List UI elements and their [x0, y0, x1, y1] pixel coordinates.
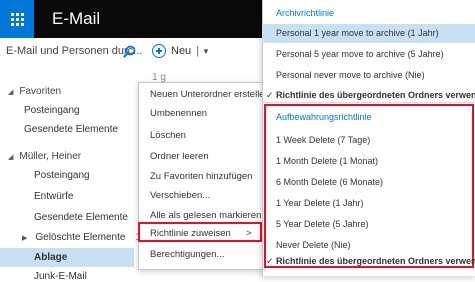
menu-item-new-subfolder[interactable]: Neuen Unterordner erstellen [150, 89, 270, 100]
menu-item-permissions[interactable]: Berechtigungen... [150, 249, 224, 260]
caret-down-icon[interactable]: ◢ [8, 88, 13, 96]
retention-option-1month[interactable]: 1 Month Delete (1 Monat) [276, 156, 378, 166]
archive-option-5year[interactable]: Personal 5 year move to archive (5 Jahre… [276, 49, 444, 59]
folder-label: Gelöschte Elemente [35, 232, 126, 243]
menu-item-assign-policy[interactable]: Richtlinie zuweisen [150, 228, 231, 239]
folder-item-ablage[interactable]: Ablage [34, 252, 67, 263]
menu-item-mark-all-read[interactable]: Alle als gelesen markieren [150, 210, 261, 221]
archive-option-1year[interactable]: Personal 1 year move to archive (1 Jahr) [276, 28, 439, 38]
menu-item-rename[interactable]: Umbenennen [150, 108, 207, 119]
menu-item-empty-folder[interactable]: Ordner leeren [150, 151, 209, 162]
folder-item-fav-inbox[interactable]: Posteingang [24, 105, 80, 116]
retention-option-never[interactable]: Never Delete (Nie) [276, 240, 351, 250]
new-separator: | [196, 45, 200, 57]
search-box[interactable]: E-Mail und Personen durc... [0, 38, 142, 66]
app-launcher-button[interactable] [0, 0, 34, 38]
retention-option-1week[interactable]: 1 Week Delete (7 Tage) [276, 135, 370, 145]
folder-item-sent[interactable]: Gesendete Elemente [34, 212, 128, 223]
menu-item-move[interactable]: Verschieben... [150, 190, 210, 201]
new-button[interactable]: Neu | ▼ [152, 44, 210, 58]
retention-option-6month[interactable]: 6 Month Delete (6 Monate) [276, 177, 383, 187]
retention-option-5year[interactable]: 5 Year Delete (5 Jahre) [276, 219, 369, 229]
folder-group-label: Favoriten [19, 86, 62, 97]
folder-item-fav-sent[interactable]: Gesendete Elemente [24, 124, 118, 135]
checkmark-icon: ✓ [266, 256, 274, 266]
menu-item-add-favorites[interactable]: Zu Favoriten hinzufügen [150, 171, 252, 182]
folder-item-junk[interactable]: Junk-E-Mail [34, 271, 87, 282]
checkmark-icon: ✓ [266, 90, 274, 100]
retention-policy-heading: Aufbewahrungsrichtlinie [276, 112, 372, 122]
submenu-arrow-icon: > [246, 228, 252, 239]
waffle-icon [10, 12, 24, 26]
folder-item-drafts[interactable]: Entwürfe [34, 191, 73, 202]
folder-group-label: Müller, Heiner [19, 151, 82, 162]
chevron-down-icon[interactable]: ▼ [202, 47, 210, 56]
app-title: E-Mail [52, 9, 101, 28]
archive-option-never[interactable]: Personal never move to archive (Nie) [276, 70, 425, 80]
search-icon[interactable] [122, 45, 136, 59]
menu-item-delete[interactable]: Löschen [150, 130, 186, 141]
retention-option-1year[interactable]: 1 Year Delete (1 Jahr) [276, 198, 364, 208]
caret-down-icon[interactable]: ◢ [8, 153, 13, 161]
folder-item-deleted[interactable]: ▶Gelöschte Elemente1 [22, 232, 141, 243]
new-label: Neu [171, 45, 192, 57]
plus-circle-icon [152, 44, 166, 58]
retention-option-inherit[interactable]: Richtlinie des übergeordneten Ordners ve… [276, 256, 475, 266]
folder-item-inbox[interactable]: Posteingang [34, 170, 90, 181]
flyout-divider [262, 102, 475, 103]
folder-group-favorites[interactable]: ◢ Favoriten [8, 86, 61, 97]
archive-option-inherit[interactable]: Richtlinie des übergeordneten Ordners ve… [276, 90, 475, 100]
archive-policy-heading: Archivrichtlinie [276, 8, 335, 18]
folder-group-account[interactable]: ◢ Müller, Heiner [8, 151, 81, 162]
caret-right-icon[interactable]: ▶ [22, 234, 27, 242]
